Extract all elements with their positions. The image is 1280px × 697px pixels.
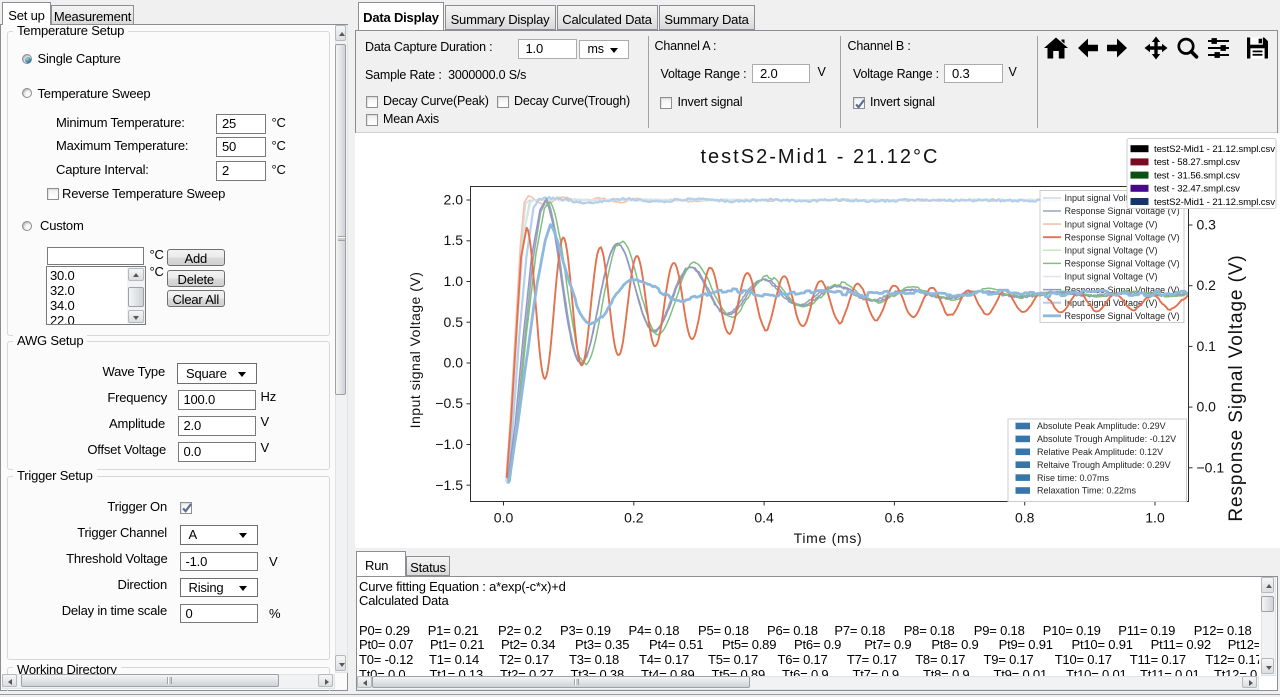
svg-text:Relaxation Time: 0.22ms: Relaxation Time: 0.22ms [1037, 486, 1137, 496]
svg-text:Rise time: 0.07ms: Rise time: 0.07ms [1037, 473, 1110, 483]
svg-text:testS2-Mid1 - 21.12°C: testS2-Mid1 - 21.12°C [701, 146, 940, 168]
svg-text:0.5: 0.5 [444, 314, 464, 330]
svg-text:0.1: 0.1 [1197, 338, 1217, 354]
svg-text:2.0: 2.0 [444, 192, 464, 208]
svg-text:Response Signal Voltage (V): Response Signal Voltage (V) [1065, 311, 1180, 321]
svg-text:1.0: 1.0 [1145, 510, 1165, 526]
svg-text:0.0: 0.0 [494, 510, 514, 526]
svg-text:0.0: 0.0 [444, 355, 464, 371]
svg-text:0.2: 0.2 [624, 510, 644, 526]
svg-text:Input signal Voltage (V): Input signal Voltage (V) [1065, 272, 1158, 282]
svg-text:testS2-Mid1 - 21.12.smpl.csv: testS2-Mid1 - 21.12.smpl.csv [1154, 144, 1275, 155]
svg-text:Reltaive Trough Amplitude: 0.2: Reltaive Trough Amplitude: 0.29V [1037, 460, 1171, 470]
svg-text:−0.1: −0.1 [1197, 459, 1225, 475]
svg-text:Relative Peak Amplitude: 0.12V: Relative Peak Amplitude: 0.12V [1037, 447, 1163, 457]
svg-text:test - 32.47.smpl.csv: test - 32.47.smpl.csv [1154, 184, 1240, 195]
svg-text:1.0: 1.0 [444, 273, 464, 289]
svg-text:Response Signal Voltage (V): Response Signal Voltage (V) [1226, 254, 1247, 521]
svg-text:Response Signal Voltage (V): Response Signal Voltage (V) [1065, 232, 1180, 242]
svg-text:Input signal Voltage (V): Input signal Voltage (V) [1065, 219, 1158, 229]
svg-text:0.6: 0.6 [885, 510, 905, 526]
svg-text:Input signal Voltage (V): Input signal Voltage (V) [1065, 246, 1158, 256]
svg-text:0.3: 0.3 [1197, 217, 1217, 233]
svg-text:testS2-Mid1 - 21.12.smpl.csv: testS2-Mid1 - 21.12.smpl.csv [1154, 197, 1275, 208]
svg-text:Input signal Voltage (V): Input signal Voltage (V) [407, 272, 423, 429]
svg-text:Absolute Peak Amplitude: 0.29V: Absolute Peak Amplitude: 0.29V [1037, 421, 1166, 431]
svg-text:test - 58.27.smpl.csv: test - 58.27.smpl.csv [1154, 157, 1240, 168]
svg-text:0.4: 0.4 [754, 510, 774, 526]
svg-text:0.0: 0.0 [1197, 399, 1217, 415]
svg-text:test - 31.56.smpl.csv: test - 31.56.smpl.csv [1154, 170, 1240, 181]
svg-text:1.5: 1.5 [444, 232, 464, 248]
svg-text:−0.5: −0.5 [435, 395, 463, 411]
svg-text:0.8: 0.8 [1015, 510, 1035, 526]
svg-text:Absolute Trough Amplitude: -0.: Absolute Trough Amplitude: -0.12V [1037, 434, 1176, 444]
svg-text:0.2: 0.2 [1197, 277, 1217, 293]
svg-text:Response Signal Voltage (V): Response Signal Voltage (V) [1065, 259, 1180, 269]
svg-text:−1.5: −1.5 [435, 477, 463, 493]
svg-text:Time (ms): Time (ms) [794, 530, 863, 546]
svg-text:−1.0: −1.0 [435, 436, 463, 452]
